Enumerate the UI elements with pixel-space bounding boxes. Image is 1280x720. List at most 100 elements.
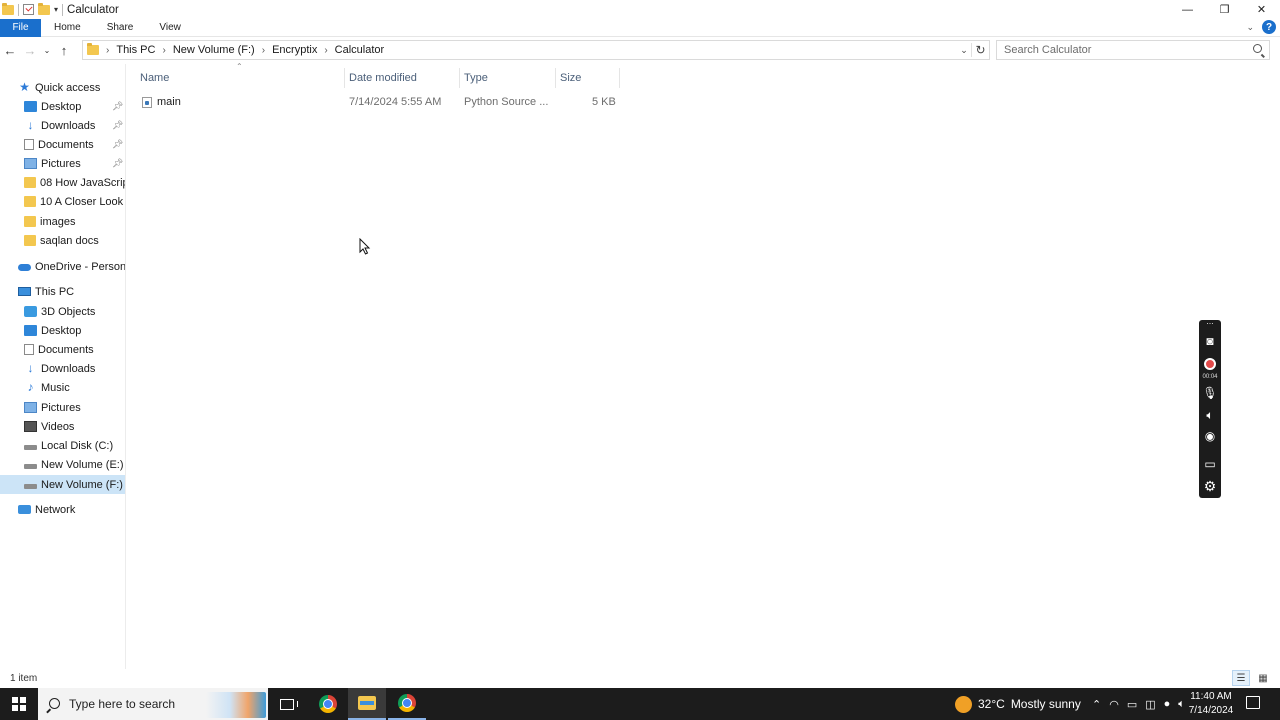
sidebar-item-saqlan-docs[interactable]: saqlan docs (0, 231, 125, 250)
column-header-size[interactable]: Size (556, 69, 619, 87)
volume-icon[interactable]: 🔈︎ (1178, 698, 1185, 711)
taskbar-clock[interactable]: 11:40 AM 7/14/2024 (1186, 690, 1236, 718)
sidebar-item-documents[interactable]: Documents (0, 340, 125, 359)
refresh-icon[interactable]: ↻ (971, 43, 989, 57)
breadcrumb-separator-icon[interactable]: › (159, 45, 168, 56)
microphone-icon[interactable]: 🎙︎ (1199, 386, 1221, 400)
breadcrumb-separator-icon[interactable]: › (321, 45, 330, 56)
sidebar-item-label: OneDrive - Personal (35, 260, 126, 273)
help-icon[interactable]: ? (1262, 20, 1276, 34)
sidebar-item-music[interactable]: ♪ Music (0, 378, 125, 397)
sidebar-item-label: saqlan docs (40, 234, 99, 247)
breadcrumb-calculator[interactable]: Calculator (331, 44, 389, 56)
column-header-name[interactable]: Name (136, 69, 344, 87)
minimize-button[interactable]: — (1169, 0, 1206, 19)
sidebar-item-network[interactable]: Network (0, 500, 125, 519)
sidebar-item-documents[interactable]: Documents 📌︎ (0, 135, 125, 154)
sidebar-item-images[interactable]: images (0, 212, 125, 231)
record-stop-icon[interactable] (1204, 358, 1216, 370)
sidebar-item-downloads[interactable]: ↓ Downloads 📌︎ (0, 116, 125, 135)
column-header-type[interactable]: Type (460, 69, 555, 87)
breadcrumb-encryptix[interactable]: Encryptix (268, 44, 321, 56)
details-view-icon[interactable]: ☰ (1232, 670, 1250, 686)
column-header-date-modified[interactable]: Date modified (345, 69, 459, 87)
breadcrumb-separator-icon[interactable]: › (259, 45, 268, 56)
expand-ribbon-chevron-icon[interactable]: ⌄ (1246, 22, 1254, 33)
sidebar-item-downloads[interactable]: ↓ Downloads (0, 359, 125, 378)
sidebar-item-onedrive[interactable]: OneDrive - Personal (0, 257, 126, 276)
sidebar-item-new-volume-e[interactable]: New Volume (E:) (0, 455, 125, 474)
sidebar-item-label: 10 A Closer Look at Functions (40, 195, 125, 208)
close-button[interactable]: ✕ (1243, 0, 1280, 19)
task-view-button[interactable] (268, 688, 306, 720)
sidebar-item-desktop[interactable]: Desktop 📌︎ (0, 97, 125, 116)
window-title: Calculator (67, 3, 119, 16)
recorder-grip-icon[interactable]: ⋯ (1199, 320, 1221, 328)
large-icons-view-icon[interactable]: ▦ (1254, 670, 1272, 686)
screen-region-icon[interactable]: ▭ (1199, 457, 1221, 471)
customize-toolbar-chevron-icon[interactable]: ▾ (54, 5, 58, 14)
sidebar-item-this-pc[interactable]: This PC (0, 282, 125, 301)
pin-icon[interactable]: 📌︎ (112, 158, 123, 169)
tab-view[interactable]: View (146, 19, 194, 37)
sidebar-item-folder[interactable]: 10 A Closer Look at Functions (0, 192, 125, 211)
folder-icon (24, 216, 36, 227)
drive-icon (24, 484, 37, 489)
new-folder-icon[interactable] (38, 2, 50, 15)
recent-locations-chevron-icon[interactable]: ⌄ (40, 46, 54, 55)
address-history-chevron-icon[interactable]: ⌄ (957, 45, 971, 56)
camera-icon[interactable]: ◙ (1199, 334, 1221, 348)
tab-share[interactable]: Share (94, 19, 147, 37)
sidebar-item-videos[interactable]: Videos (0, 417, 125, 436)
pin-icon[interactable]: 📌︎ (112, 139, 123, 150)
settings-gear-icon[interactable]: ⚙ (1199, 478, 1221, 495)
sidebar-item-desktop[interactable]: Desktop (0, 321, 125, 340)
sidebar-item-folder[interactable]: 08 How JavaScript Works Behind the Scene… (0, 173, 125, 192)
file-date-modified: 7/14/2024 5:55 AM (349, 96, 442, 108)
forward-arrow-icon[interactable]: → (20, 43, 40, 58)
tab-file[interactable]: File (0, 18, 41, 37)
speaker-icon[interactable]: 🔈︎ (1199, 408, 1221, 423)
breadcrumb-new-volume-f[interactable]: New Volume (F:) (169, 44, 259, 56)
start-button[interactable] (0, 688, 38, 720)
notifications-icon[interactable] (1246, 696, 1260, 709)
breadcrumb-this-pc[interactable]: This PC (112, 44, 159, 56)
show-hidden-icons-chevron-icon[interactable]: ⌃ (1092, 698, 1101, 711)
downloads-icon: ↓ (27, 361, 34, 375)
back-arrow-icon[interactable]: ← (0, 43, 20, 58)
file-size: 5 KB (592, 96, 616, 108)
sidebar-item-pictures[interactable]: Pictures 📌︎ (0, 154, 125, 173)
table-row[interactable]: main 7/14/2024 5:55 AM Python Source ...… (138, 94, 624, 112)
pin-icon[interactable]: 📌︎ (112, 101, 123, 112)
wifi-icon[interactable]: ◠ (1109, 698, 1119, 711)
screen-recorder-toolbar: ⋯ ◙ 00:04 🎙︎ 🔈︎ ◉ ▭ ⚙ (1199, 320, 1221, 498)
sunny-weather-icon (955, 695, 972, 713)
breadcrumb-separator-icon[interactable]: › (103, 45, 112, 56)
tab-home[interactable]: Home (41, 19, 94, 37)
meet-now-icon[interactable]: ◫ (1145, 698, 1155, 711)
battery-icon[interactable]: ▭ (1127, 698, 1137, 711)
taskbar-chrome[interactable] (309, 688, 347, 720)
microphone-icon[interactable]: ● (1164, 698, 1171, 710)
column-divider[interactable] (619, 68, 620, 88)
task-view-icon (280, 698, 298, 710)
taskbar-file-explorer[interactable] (348, 688, 386, 720)
address-bar[interactable]: › This PC › New Volume (F:) › Encryptix … (82, 40, 990, 60)
sidebar-item-quick-access[interactable]: ★ Quick access (0, 78, 125, 97)
sidebar-item-pictures[interactable]: Pictures (0, 398, 125, 417)
properties-icon[interactable] (23, 4, 34, 15)
weather-widget[interactable]: 32°C Mostly sunny (955, 688, 1081, 720)
up-arrow-icon[interactable]: ↑ (54, 43, 74, 58)
pictures-icon (24, 402, 37, 413)
maximize-button[interactable]: ❐ (1206, 0, 1243, 19)
taskbar-chrome-profile[interactable] (388, 688, 426, 720)
webcam-icon[interactable]: ◉ (1199, 429, 1221, 443)
mouse-cursor-icon (359, 238, 371, 255)
taskbar-search-input[interactable]: Type here to search (38, 688, 268, 720)
sidebar-item-new-volume-f[interactable]: New Volume (F:) (0, 475, 125, 494)
folder-icon (2, 2, 14, 15)
search-input[interactable]: Search Calculator (996, 40, 1270, 60)
sidebar-item-3d-objects[interactable]: 3D Objects (0, 302, 125, 321)
pin-icon[interactable]: 📌︎ (112, 120, 123, 131)
sidebar-item-local-disk-c[interactable]: Local Disk (C:) (0, 436, 125, 455)
